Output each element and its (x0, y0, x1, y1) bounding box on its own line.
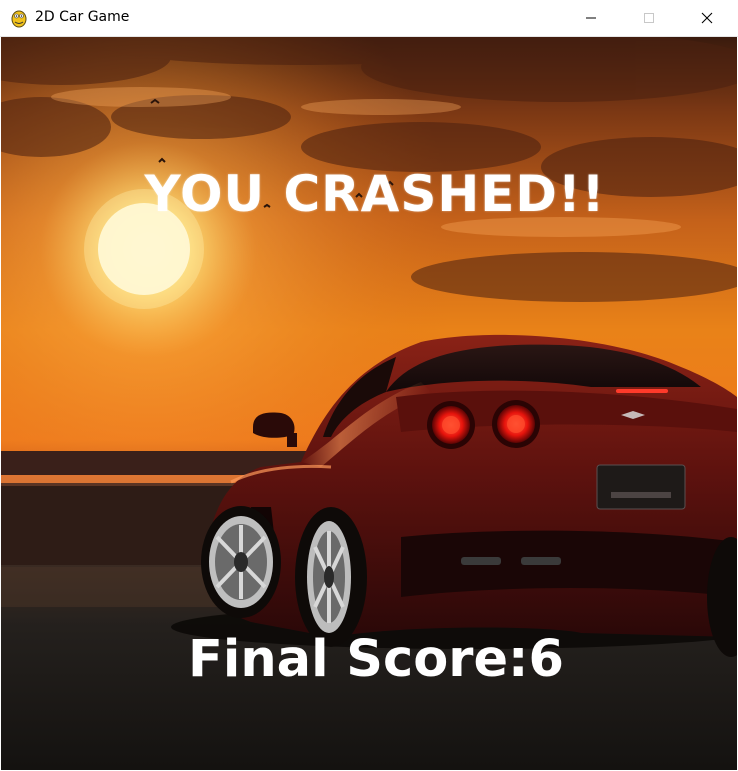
maximize-button[interactable] (620, 0, 678, 36)
final-score-label: Final Score: (188, 630, 529, 689)
rear-wheel (295, 507, 367, 647)
pygame-snake-icon (11, 10, 27, 28)
front-wheel (201, 506, 281, 618)
close-icon (701, 12, 713, 24)
window-title: 2D Car Game (35, 9, 130, 25)
close-button[interactable] (678, 0, 736, 36)
final-score-value: 6 (528, 630, 564, 689)
minimize-icon (586, 17, 596, 19)
game-canvas[interactable]: YOU CRASHED!! Final Score:6 (1, 37, 737, 770)
window-title-bar: 2D Car Game (0, 0, 738, 37)
minimize-button[interactable] (562, 0, 620, 36)
final-score: Final Score:6 (1, 630, 737, 689)
maximize-icon (644, 13, 654, 23)
crash-message: YOU CRASHED!! (144, 165, 606, 223)
